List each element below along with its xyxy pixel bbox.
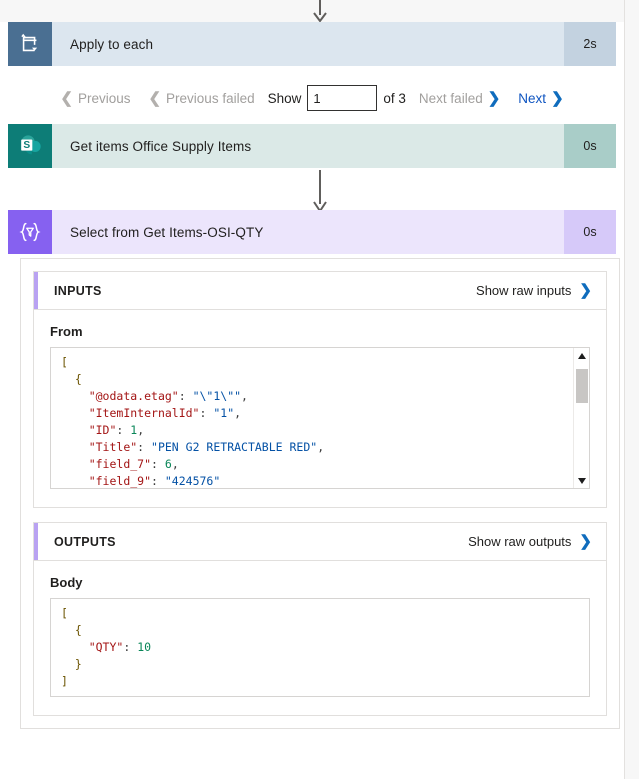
chevron-right-icon: ❯ — [579, 533, 592, 550]
action-card-apply-to-each[interactable]: Apply to each 2s — [8, 22, 616, 66]
inputs-section: INPUTS Show raw inputs ❯ From [ { "@odat… — [33, 271, 607, 508]
show-label: Show — [267, 90, 302, 106]
inputs-section-body: From [ { "@odata.etag": "\"1\"", "ItemIn… — [34, 310, 606, 507]
sharepoint-icon: S — [8, 124, 52, 168]
next-button[interactable]: Next ❯ — [509, 91, 572, 106]
outputs-section: OUTPUTS Show raw outputs ❯ Body [ { "QTY… — [33, 522, 607, 716]
code-line: "@odata.etag": "\"1\"", — [88, 389, 248, 403]
body-code-box[interactable]: [ { "QTY": 10 }] — [50, 598, 590, 697]
of-total-label: of 3 — [383, 90, 406, 106]
scroll-down-icon[interactable] — [574, 473, 589, 488]
scrollbar-thumb[interactable] — [576, 369, 588, 403]
next-failed-button[interactable]: Next failed ❯ — [410, 91, 509, 106]
body-code-content: [ { "QTY": 10 }] — [51, 599, 589, 696]
chevron-right-icon: ❯ — [487, 89, 501, 107]
top-background-strip — [0, 0, 624, 22]
previous-label: Previous — [77, 90, 131, 106]
action-title: Get items Office Supply Items — [52, 124, 564, 168]
from-code-content: [ { "@odata.etag": "\"1\"", "ItemInterna… — [51, 348, 589, 488]
code-line: "Title": "PEN G2 RETRACTABLE RED", — [88, 440, 325, 454]
action-title: Apply to each — [52, 22, 564, 66]
outputs-section-header: OUTPUTS Show raw outputs ❯ — [34, 523, 606, 561]
inputs-title: INPUTS — [54, 283, 102, 298]
code-line: } — [74, 657, 82, 671]
action-title: Select from Get Items-OSI-QTY — [52, 210, 564, 254]
action-duration: 2s — [564, 22, 616, 66]
previous-button[interactable]: ❮ Previous — [51, 91, 139, 106]
code-line: { — [74, 372, 82, 386]
scroll-up-icon[interactable] — [574, 348, 589, 363]
code-line: "QTY": 10 — [88, 640, 152, 654]
next-label: Next — [518, 90, 547, 106]
code-line: "field_7": 6, — [88, 457, 179, 471]
inputs-section-header: INPUTS Show raw inputs ❯ — [34, 272, 606, 310]
from-code-scrollbar[interactable] — [573, 348, 589, 488]
code-line: "ItemInternalId": "1", — [88, 406, 242, 420]
run-history-panel: Apply to each 2s ❮ Previous ❮ Previous f… — [0, 0, 639, 779]
action-card-select[interactable]: Select from Get Items-OSI-QTY 0s — [8, 210, 616, 254]
from-field-label: From — [50, 324, 83, 339]
chevron-left-icon: ❮ — [60, 89, 73, 107]
outputs-title: OUTPUTS — [54, 534, 116, 549]
code-line: [ — [61, 606, 68, 620]
next-failed-label: Next failed — [418, 90, 483, 106]
code-line: "field_9": "424576" — [88, 474, 221, 488]
action-duration: 0s — [564, 124, 616, 168]
code-line: { — [74, 623, 82, 637]
show-raw-outputs-label: Show raw outputs — [468, 534, 572, 549]
body-field-label: Body — [50, 575, 83, 590]
chevron-left-icon: ❮ — [148, 89, 162, 107]
from-code-box[interactable]: [ { "@odata.etag": "\"1\"", "ItemInterna… — [50, 347, 590, 489]
outputs-section-body: Body [ { "QTY": 10 }] — [34, 561, 606, 715]
previous-failed-button[interactable]: ❮ Previous failed — [139, 91, 263, 106]
code-line: "ID": 1, — [88, 423, 145, 437]
page-scrollbar[interactable] — [624, 0, 639, 779]
action-duration: 0s — [564, 210, 616, 254]
action-card-get-items[interactable]: S Get items Office Supply Items 0s — [8, 124, 616, 168]
iteration-pager: ❮ Previous ❮ Previous failed Show of 3 N… — [8, 80, 616, 116]
chevron-right-icon: ❯ — [579, 282, 592, 299]
connector-arrow-middle — [0, 170, 639, 212]
show-raw-inputs-label: Show raw inputs — [476, 283, 572, 298]
code-line: ] — [61, 674, 68, 688]
show-raw-outputs-link[interactable]: Show raw outputs ❯ — [468, 534, 592, 549]
page-number-input[interactable] — [307, 85, 378, 111]
action-detail-panel: INPUTS Show raw inputs ❯ From [ { "@odat… — [20, 258, 620, 729]
chevron-right-icon: ❯ — [551, 89, 564, 107]
loop-icon — [8, 22, 52, 66]
select-braces-filter-icon — [8, 210, 52, 254]
show-raw-inputs-link[interactable]: Show raw inputs ❯ — [476, 283, 592, 298]
svg-text:S: S — [23, 140, 30, 151]
code-line: [ — [61, 355, 68, 369]
scrollbar-track[interactable] — [574, 363, 589, 473]
previous-failed-label: Previous failed — [166, 90, 255, 106]
